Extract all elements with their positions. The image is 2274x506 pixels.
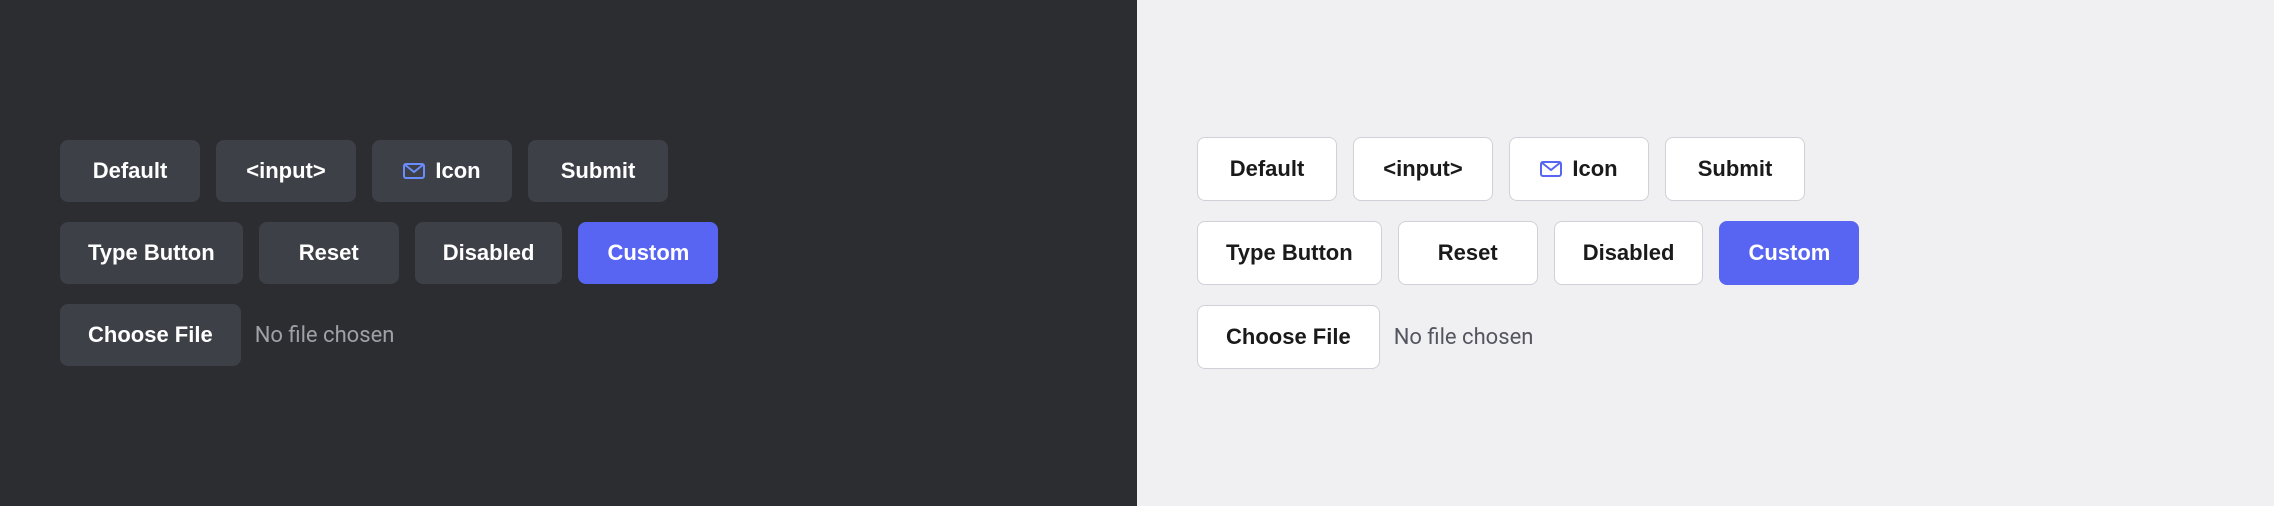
- custom-button-dark[interactable]: Custom: [578, 222, 718, 284]
- reset-button-light[interactable]: Reset: [1398, 221, 1538, 285]
- no-file-label-light: No file chosen: [1394, 325, 1534, 350]
- light-button-row-2: Type Button Reset Disabled Custom: [1197, 221, 1859, 285]
- no-file-label-dark: No file chosen: [255, 323, 395, 348]
- dark-button-row-1: Default <input> Icon Submit: [60, 140, 668, 202]
- envelope-icon: [403, 163, 425, 179]
- type-button-light[interactable]: Type Button: [1197, 221, 1382, 285]
- default-button-dark[interactable]: Default: [60, 140, 200, 202]
- submit-button-light[interactable]: Submit: [1665, 137, 1805, 201]
- disabled-button-light[interactable]: Disabled: [1554, 221, 1704, 285]
- submit-button-dark[interactable]: Submit: [528, 140, 668, 202]
- choose-file-button-dark[interactable]: Choose File: [60, 304, 241, 366]
- icon-button-light[interactable]: Icon: [1509, 137, 1649, 201]
- input-button-dark[interactable]: <input>: [216, 140, 356, 202]
- dark-file-row: Choose File No file chosen: [60, 304, 394, 366]
- light-file-row: Choose File No file chosen: [1197, 305, 1533, 369]
- default-button-light[interactable]: Default: [1197, 137, 1337, 201]
- reset-button-dark[interactable]: Reset: [259, 222, 399, 284]
- input-button-light[interactable]: <input>: [1353, 137, 1493, 201]
- envelope-icon-light: [1540, 161, 1562, 177]
- dark-button-row-2: Type Button Reset Disabled Custom: [60, 222, 718, 284]
- dark-panel: Default <input> Icon Submit Type Button …: [0, 0, 1137, 506]
- light-panel: Default <input> Icon Submit Type Button …: [1137, 0, 2274, 506]
- light-button-row-1: Default <input> Icon Submit: [1197, 137, 1805, 201]
- disabled-button-dark[interactable]: Disabled: [415, 222, 563, 284]
- custom-button-light[interactable]: Custom: [1719, 221, 1859, 285]
- type-button-dark[interactable]: Type Button: [60, 222, 243, 284]
- icon-button-dark[interactable]: Icon: [372, 140, 512, 202]
- choose-file-button-light[interactable]: Choose File: [1197, 305, 1380, 369]
